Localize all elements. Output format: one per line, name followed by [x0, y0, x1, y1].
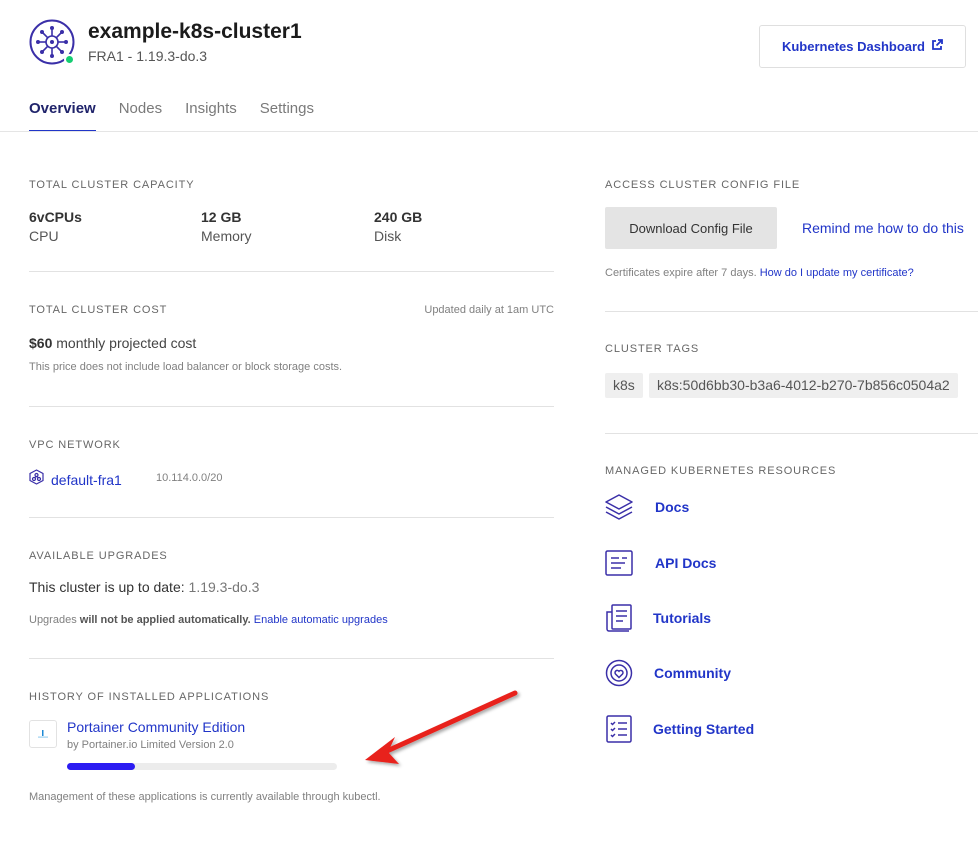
external-link-icon	[931, 39, 943, 54]
cost-line: $60 monthly projected cost	[29, 335, 196, 351]
cert-note: Certificates expire after 7 days. How do…	[605, 267, 914, 279]
status-indicator	[64, 54, 75, 65]
tab-bar: Overview Nodes Insights Settings	[29, 92, 337, 132]
divider	[29, 658, 554, 659]
cpu-value: 6vCPUs	[29, 209, 82, 225]
capacity-section-label: TOTAL CLUSTER CAPACITY	[29, 179, 195, 191]
cluster-header: example-k8s-cluster1 FRA1 - 1.19.3-do.3	[29, 18, 302, 66]
capacity-cpu: 6vCPUs CPU	[29, 209, 82, 246]
capacity-disk: 240 GB Disk	[374, 209, 422, 246]
enable-auto-upgrades-link[interactable]: Enable automatic upgrades	[254, 614, 388, 626]
memory-unit: Memory	[201, 228, 252, 244]
resource-docs-label: Docs	[655, 499, 690, 515]
remind-me-link[interactable]: Remind me how to do this	[802, 220, 964, 236]
annotation-arrow	[365, 690, 518, 764]
layers-icon	[605, 493, 633, 521]
checklist-icon	[605, 715, 633, 743]
disk-unit: Disk	[374, 228, 402, 244]
tabs-divider	[0, 131, 978, 132]
upgrades-section-label: AVAILABLE UPGRADES	[29, 550, 168, 562]
upgrade-note-bold: will not be applied automatically.	[79, 614, 251, 626]
api-docs-icon	[605, 549, 633, 577]
history-section-label: HISTORY OF INSTALLED APPLICATIONS	[29, 691, 270, 703]
resource-tutorials-label: Tutorials	[653, 610, 712, 626]
cost-section-label: TOTAL CLUSTER COST	[29, 304, 168, 316]
app-name-link[interactable]: Portainer Community Edition	[67, 719, 245, 735]
resources-section-label: MANAGED KUBERNETES RESOURCES	[605, 465, 837, 477]
history-note: Management of these applications is curr…	[29, 791, 381, 803]
upgrade-note: Upgrades will not be applied automatical…	[29, 614, 388, 626]
divider	[605, 433, 978, 434]
resource-docs[interactable]: Docs	[605, 493, 689, 521]
cluster-region-version: FRA1 - 1.19.3-do.3	[88, 48, 208, 64]
install-progress-bar	[67, 763, 337, 770]
resource-getting-started-label: Getting Started	[653, 721, 755, 737]
cost-updated-note: Updated daily at 1am UTC	[424, 304, 554, 316]
upgrade-note-prefix: Upgrades	[29, 614, 77, 626]
app-logo	[29, 720, 57, 748]
disk-value: 240 GB	[374, 209, 423, 225]
divider	[605, 311, 978, 312]
resource-api-docs[interactable]: API Docs	[605, 549, 716, 577]
upgrade-version: 1.19.3-do.3	[188, 579, 260, 595]
community-icon	[605, 659, 633, 687]
vpc-name: default-fra1	[51, 471, 122, 488]
cluster-tag: k8s:50d6bb30-b3a6-4012-b270-7b856c0504a2	[649, 373, 958, 398]
divider	[29, 406, 554, 407]
resource-api-docs-label: API Docs	[655, 555, 717, 571]
divider	[29, 517, 554, 518]
upgrade-status-text: This cluster is up to date:	[29, 579, 185, 595]
resource-community[interactable]: Community	[605, 659, 731, 687]
portainer-logo-icon	[38, 730, 48, 738]
vpc-network-icon	[29, 469, 44, 490]
resource-community-label: Community	[654, 665, 731, 681]
download-config-button[interactable]: Download Config File	[605, 207, 777, 249]
tab-overview[interactable]: Overview	[29, 92, 96, 132]
cpu-unit: CPU	[29, 228, 59, 244]
divider	[29, 271, 554, 272]
capacity-memory: 12 GB Memory	[201, 209, 252, 246]
tab-insights[interactable]: Insights	[185, 92, 237, 132]
app-meta: by Portainer.io Limited Version 2.0	[67, 739, 234, 751]
kubernetes-dashboard-label: Kubernetes Dashboard	[781, 39, 926, 54]
cluster-tag: k8s	[605, 373, 643, 398]
cost-suffix: monthly projected cost	[56, 335, 197, 351]
resource-tutorials[interactable]: Tutorials	[605, 604, 711, 632]
install-progress-fill	[67, 763, 135, 770]
upgrade-status: This cluster is up to date: 1.19.3-do.3	[29, 579, 259, 595]
cert-note-text: Certificates expire after 7 days.	[605, 267, 757, 279]
cost-amount: $60	[29, 335, 53, 351]
tab-settings[interactable]: Settings	[260, 92, 314, 132]
kubernetes-dashboard-button[interactable]: Kubernetes Dashboard	[759, 25, 966, 68]
update-certificate-link[interactable]: How do I update my certificate?	[760, 267, 914, 279]
vpc-section-label: VPC NETWORK	[29, 439, 121, 451]
tab-nodes[interactable]: Nodes	[119, 92, 162, 132]
cost-note: This price does not include load balance…	[29, 361, 343, 373]
config-section-label: ACCESS CLUSTER CONFIG FILE	[605, 179, 801, 191]
memory-value: 12 GB	[201, 209, 242, 225]
resource-getting-started[interactable]: Getting Started	[605, 715, 754, 743]
tags-section-label: CLUSTER TAGS	[605, 343, 700, 355]
tutorials-icon	[605, 604, 633, 632]
vpc-range: 10.114.0.0/20	[156, 472, 223, 484]
vpc-link[interactable]: default-fra1	[29, 469, 122, 490]
page-title: example-k8s-cluster1	[88, 20, 302, 43]
cluster-icon	[29, 19, 75, 65]
